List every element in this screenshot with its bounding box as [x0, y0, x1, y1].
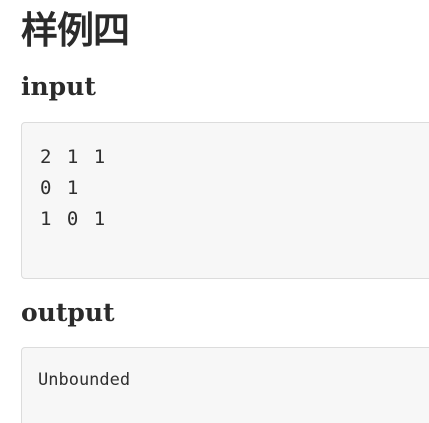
sample-title: 样例四 [21, 9, 130, 52]
input-line: 0 1 [40, 177, 81, 199]
input-heading: input [21, 72, 96, 101]
input-code-text: 2 1 1 0 1 1 0 1 [40, 142, 107, 235]
output-code-block: Unbounded [21, 347, 429, 423]
input-line: 1 0 1 [40, 208, 108, 230]
output-heading: output [21, 298, 115, 327]
input-line: 2 1 1 [40, 146, 108, 168]
sample-page: 样例四 input 2 1 1 0 1 1 0 1 output Unbound… [0, 0, 429, 423]
output-code-text: Unbounded [38, 370, 131, 390]
input-code-block: 2 1 1 0 1 1 0 1 [21, 122, 429, 279]
